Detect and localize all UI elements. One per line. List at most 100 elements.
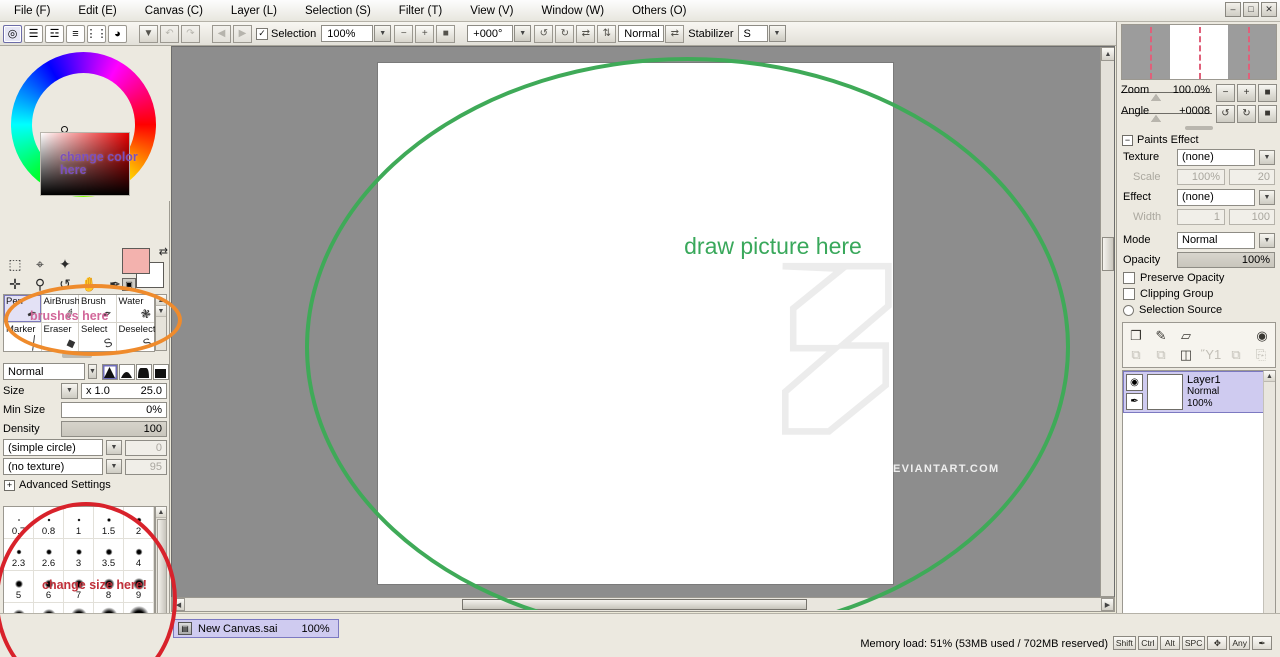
prev-button[interactable]: ◀ [212,24,231,43]
canvas-paper[interactable]: © CANDY-NOMNOM.DEVIANTART.COM draw pictu… [378,63,998,584]
merge-down-button[interactable]: ⧉ [1127,346,1145,363]
modifier-any[interactable]: Any [1229,636,1250,650]
redo-button[interactable]: ↷ [181,24,200,43]
tool-grid-scroll-down-icon[interactable]: ▼ [156,306,166,317]
size-grid-scroll-up-icon[interactable]: ▲ [156,507,166,518]
brush-size-preset[interactable]: 0.7 [4,507,34,539]
modifier-move-icon[interactable]: ✥ [1207,636,1228,650]
layer-list-item[interactable]: ◉ ✒ Layer1 Normal 100% [1123,371,1275,413]
close-button[interactable]: ✕ [1261,2,1277,17]
canvas-hscroll-thumb[interactable] [462,599,807,610]
stabilizer-field[interactable]: S [737,25,768,42]
modifier-alt[interactable]: Alt [1159,636,1180,650]
color-wheel-panel[interactable]: change color here [0,46,170,201]
swap-colors-icon[interactable]: ⇄ [159,245,168,258]
edge-shape-2[interactable] [118,363,135,380]
layer-opacity-slider[interactable]: 100% [1177,252,1275,268]
navigator-resize-grip[interactable] [1185,126,1213,130]
brush-texture-field[interactable]: (no texture) [3,458,103,475]
color-wheel-icon[interactable]: ◎ [3,24,22,43]
canvas-vscroll-thumb[interactable] [1102,237,1114,271]
brush-size-preset[interactable]: 5 [4,571,34,603]
layer-visibility-icon[interactable]: ◉ [1126,374,1143,391]
blend-swap-button[interactable]: ⇄ [665,24,685,43]
layer-list-scrollbar[interactable]: ▲ [1263,371,1275,624]
menu-item-layer[interactable]: Layer (L) [217,2,291,20]
foreground-color-swatch[interactable] [122,248,150,274]
angle-dropdown-icon[interactable]: ▼ [514,25,532,42]
merge-layer-set-button[interactable]: ⧉ [1152,346,1170,363]
tool-pen[interactable]: Pen ✒ [4,295,42,323]
new-layer-button[interactable]: ❐ [1127,327,1145,344]
new-linework-layer-button[interactable]: ✎ [1152,327,1170,344]
texture-dropdown-icon[interactable]: ▼ [1259,149,1275,165]
menu-item-canvas[interactable]: Canvas (C) [131,2,217,20]
layer-list[interactable]: ◉ ✒ Layer1 Normal 100% ▲ [1122,370,1276,625]
modifier-shift[interactable]: Shift [1112,636,1136,650]
advanced-settings-toggle[interactable]: + Advanced Settings [0,476,170,494]
undo-button[interactable]: ↶ [160,24,179,43]
angle-slider-knob[interactable] [1151,114,1161,122]
texture-field[interactable]: (none) [1177,148,1255,166]
layer-thumbnail[interactable] [1147,374,1183,410]
tool-select[interactable]: Select S [79,323,117,351]
rotate-left-button[interactable]: ↺ [534,24,554,43]
clear-layer-button[interactable]: ◫ [1177,346,1195,363]
paints-effect-collapse-icon[interactable]: − [1122,134,1133,146]
brush-size-preset[interactable]: 0.8 [34,507,64,539]
rect-select-tool[interactable]: ⬚ [4,254,26,274]
layer-edit-icon[interactable]: ✒ [1126,393,1143,410]
nav-zoom-reset-button[interactable]: ■ [1258,83,1277,102]
color-slider-icon[interactable]: ☰ [24,24,43,43]
layer-mode-field[interactable]: Normal [1177,231,1255,249]
gradient-icon[interactable]: ◕ [108,24,127,43]
edge-shape-1[interactable] [101,363,118,380]
modifier-spc[interactable]: SPC [1181,636,1206,650]
nav-rotate-right-button[interactable]: ↻ [1237,104,1256,123]
navigator-angle-slider[interactable]: Angle +0008 [1121,105,1212,123]
canvas-scroll-up-icon[interactable]: ▲ [1101,47,1114,61]
preserve-opacity-row[interactable]: Preserve Opacity [1117,270,1280,286]
brush-size-preset[interactable]: 3 [64,539,94,571]
edge-shape-4[interactable] [152,363,169,380]
size-grid-scroll-thumb[interactable] [157,519,167,619]
width-number[interactable]: 100 [1229,209,1275,225]
blend-mode-field[interactable]: Normal [618,25,665,42]
effect-dropdown-icon[interactable]: ▼ [1259,189,1275,205]
paints-effect-header[interactable]: − Paints Effect [1117,133,1280,147]
selection-toggle[interactable]: ✓ Selection [256,27,316,40]
delete-layer-button[interactable]: Ὕ1 [1201,346,1221,363]
minimize-button[interactable]: – [1225,2,1241,17]
zoom-slider-knob[interactable] [1151,93,1161,101]
density-field[interactable]: 100 [61,420,167,437]
layer-list-scroll-up-icon[interactable]: ▲ [1264,371,1275,382]
next-button[interactable]: ▶ [233,24,252,43]
clipping-group-checkbox[interactable] [1123,288,1135,300]
menu-item-view[interactable]: View (V) [456,2,527,20]
flip-vertical-button[interactable]: ⇅ [597,24,617,43]
canvas-area[interactable]: © CANDY-NOMNOM.DEVIANTART.COM draw pictu… [171,46,1115,611]
tool-marker[interactable]: Marker ╱ [4,323,42,351]
transfer-down-button[interactable]: ⎘ [1252,346,1270,363]
navigator-zoom-slider[interactable]: Zoom 100.0% [1121,84,1212,102]
brush-size-preset[interactable]: 2.3 [4,539,34,571]
new-layer-set-button[interactable]: ▱ [1177,327,1195,344]
selection-source-radio[interactable] [1123,304,1134,316]
effect-field[interactable]: (none) [1177,188,1255,206]
nav-zoom-in-button[interactable]: + [1237,83,1256,102]
edge-shape-3[interactable] [135,363,152,380]
brush-size-preset[interactable]: 7 [64,571,94,603]
maximize-button[interactable]: □ [1243,2,1259,17]
zoom-tool[interactable]: ⚲ [29,274,51,294]
hand-tool[interactable]: ✋ [79,274,101,294]
brush-texture-dropdown-icon[interactable]: ▼ [106,459,122,474]
color-mixer-icon[interactable]: ☲ [45,24,64,43]
rotate-tool[interactable]: ↺ [54,274,76,294]
canvas-scroll-left-icon[interactable]: ◀ [172,598,185,611]
flip-horizontal-button[interactable]: ⇄ [576,24,596,43]
tool-water[interactable]: Water ❃ [116,295,154,323]
navigator-preview[interactable] [1121,24,1277,80]
layer-mask-button[interactable]: ◉ [1253,327,1271,344]
brush-size-preset[interactable]: 2.6 [34,539,64,571]
brush-size-preset[interactable]: 9 [124,571,154,603]
